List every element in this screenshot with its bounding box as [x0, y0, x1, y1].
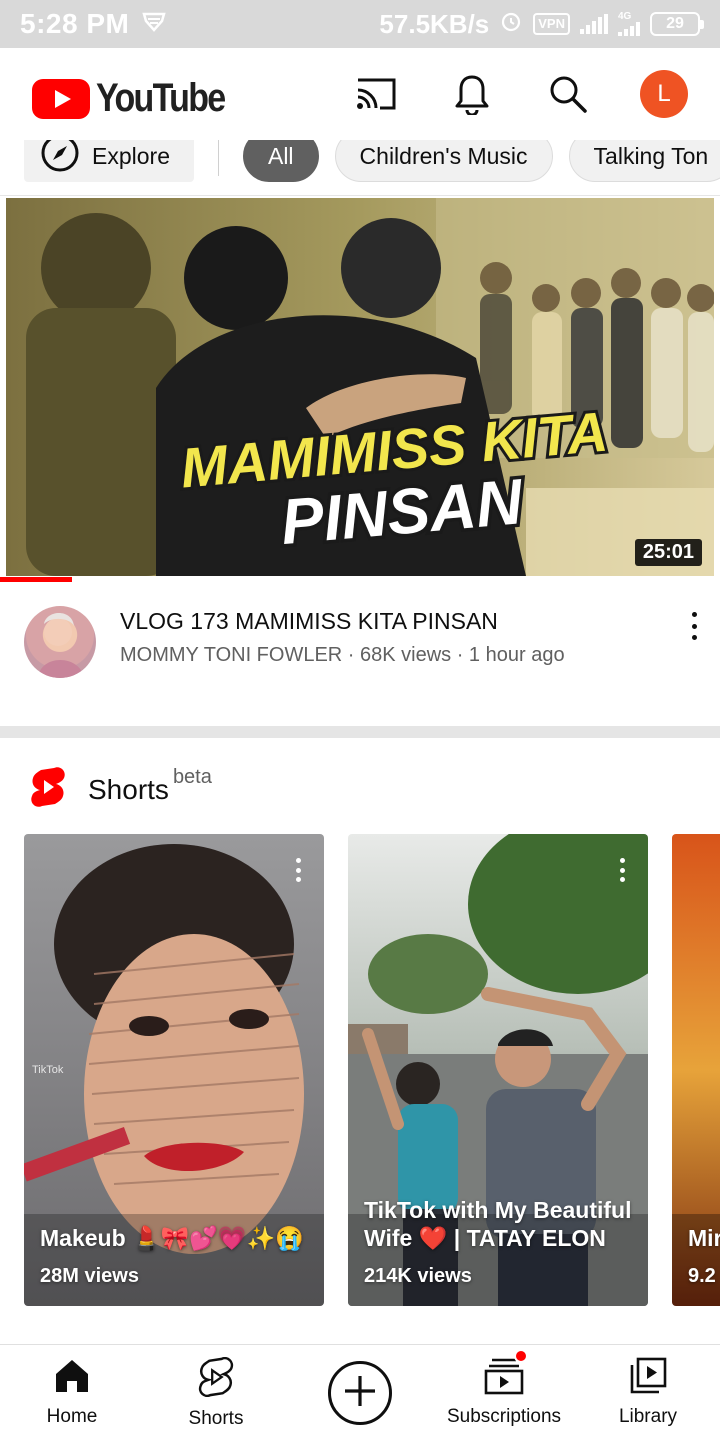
bottom-navigation: Home Shorts Subscriptions Library: [0, 1344, 720, 1440]
channel-avatar[interactable]: [24, 606, 96, 678]
shorts-beta-label: beta: [172, 766, 212, 788]
home-icon: [53, 1357, 91, 1400]
bell-icon[interactable]: [448, 70, 496, 118]
library-icon: [629, 1357, 667, 1400]
shorts-logo-icon: [30, 766, 66, 813]
cast-icon[interactable]: [352, 70, 400, 118]
nav-home-label: Home: [46, 1406, 98, 1427]
shorts-title: Shorts: [88, 773, 169, 805]
plus-icon: [343, 1374, 377, 1413]
alarm-icon: [499, 9, 523, 40]
shorts-icon: [198, 1356, 234, 1402]
avatar-letter: L: [657, 80, 671, 107]
short-card[interactable]: TikTok with My Beautiful Wife ❤️ | TATAY…: [348, 834, 648, 1306]
new-content-dot: [514, 1349, 528, 1363]
youtube-home-screen: 5:28 PM 57.5KB/s VPN 4G 29 YouTube L Exp…: [0, 0, 720, 1440]
nav-subscriptions[interactable]: Subscriptions: [434, 1349, 574, 1428]
explore-chip[interactable]: Explore: [24, 140, 194, 182]
video-title[interactable]: VLOG 173 MAMIMISS KITA PINSAN: [120, 608, 498, 635]
compass-icon: [40, 140, 80, 179]
nav-subscriptions-label: Subscriptions: [446, 1406, 562, 1427]
subscriptions-icon: [484, 1349, 528, 1400]
account-avatar[interactable]: L: [640, 70, 688, 118]
search-icon[interactable]: [544, 70, 592, 118]
chip-childrens-music[interactable]: Children's Music: [334, 140, 553, 182]
video-details[interactable]: VLOG 173 MAMIMISS KITA PINSAN MOMMY TONI…: [0, 600, 720, 710]
shorts-shelf-header: Shorts beta: [30, 766, 212, 813]
app-header: YouTube L: [0, 48, 720, 140]
battery-level: 29: [666, 15, 684, 32]
short-title: Makeub 💄🎀💕💗✨😭: [40, 1225, 304, 1251]
network-type: 4G: [618, 11, 632, 22]
create-button[interactable]: [328, 1361, 392, 1425]
short-more-icon[interactable]: [620, 858, 626, 882]
short-more-icon[interactable]: [296, 858, 302, 882]
logo-text: YouTube: [96, 76, 226, 120]
short-views: 28M views: [40, 1265, 139, 1287]
short-card[interactable]: Mir HE 9.2: [672, 834, 720, 1306]
battery-icon: 29: [650, 12, 704, 36]
short-title: Mir HE: [688, 1225, 720, 1251]
video-meta-line: MOMMY TONI FOWLER · 68K views · 1 hour a…: [120, 644, 565, 666]
explore-label: Explore: [92, 142, 170, 169]
signal-icon-2: [618, 22, 640, 36]
network-speed: 57.5KB/s: [379, 8, 490, 39]
filter-chips-bar: Explore All Children's Music Talking Ton: [0, 140, 720, 196]
nav-library-label: Library: [618, 1406, 678, 1427]
vpn-badge: VPN: [533, 13, 570, 35]
short-views: 214K views: [364, 1265, 472, 1287]
short-title: TikTok with My Beautiful Wife ❤️ | TATAY…: [364, 1197, 632, 1251]
short-views: 9.2: [688, 1265, 716, 1287]
youtube-logo[interactable]: YouTube: [32, 76, 247, 121]
more-options-icon[interactable]: [688, 612, 700, 640]
watch-progress-bar: [0, 577, 72, 582]
status-time: 5:28 PM: [20, 8, 130, 39]
section-divider: [0, 726, 720, 738]
chip-divider: [217, 140, 219, 176]
nav-shorts[interactable]: Shorts: [146, 1356, 286, 1430]
nav-shorts-label: Shorts: [188, 1408, 244, 1429]
video-duration: 25:01: [634, 539, 702, 566]
nav-library[interactable]: Library: [578, 1357, 718, 1428]
short-card[interactable]: TikTok Makeub 💄🎀💕💗✨😭 28M views: [24, 834, 324, 1306]
tiktok-watermark: TikTok: [32, 1064, 64, 1076]
signal-icon: [580, 14, 608, 34]
nav-home[interactable]: Home: [2, 1357, 142, 1428]
notification-icon: [141, 11, 167, 38]
status-bar: 5:28 PM 57.5KB/s VPN 4G 29: [0, 0, 720, 48]
video-thumbnail[interactable]: MAMIMISS KITA PINSAN 25:01: [6, 198, 714, 576]
youtube-play-icon: [32, 78, 90, 119]
chip-all[interactable]: All: [242, 140, 319, 182]
chip-talking[interactable]: Talking Ton: [568, 140, 720, 182]
